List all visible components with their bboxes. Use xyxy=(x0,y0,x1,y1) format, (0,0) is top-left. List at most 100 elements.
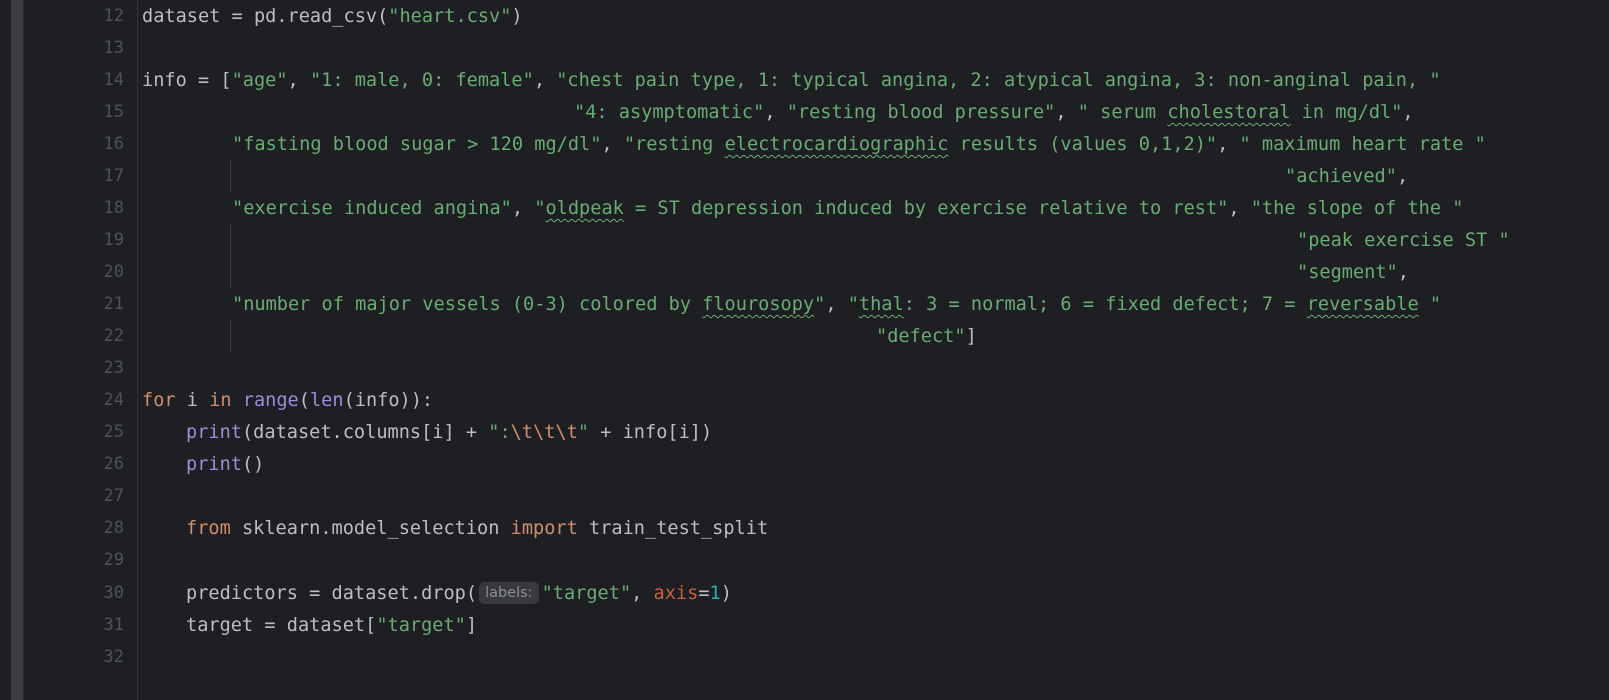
line-number[interactable]: 29 xyxy=(24,544,124,577)
typo-highlight[interactable]: cholestoral xyxy=(1167,102,1290,123)
code-token: i xyxy=(175,390,210,411)
code-token: train_test_split xyxy=(577,518,769,539)
code-token: ] xyxy=(965,326,977,347)
code-line[interactable]: "achieved", xyxy=(1285,160,1408,193)
typo-highlight[interactable]: thal xyxy=(859,294,904,315)
typo-highlight[interactable]: flourosopy xyxy=(702,294,814,315)
code-line[interactable]: "peak exercise ST " xyxy=(1297,224,1510,257)
code-line[interactable]: "exercise induced angina", "oldpeak = ST… xyxy=(232,192,1463,225)
line-number[interactable]: 30 xyxy=(24,577,124,610)
string-literal: "chest pain type, 1: typical angina, 2: … xyxy=(556,70,1441,91)
code-line[interactable]: for i in range(len(info)): xyxy=(142,384,433,417)
string-literal: "heart.csv" xyxy=(388,6,512,27)
line-number[interactable]: 13 xyxy=(24,32,124,65)
code-text-area[interactable]: dataset = pd.read_csv("heart.csv") info … xyxy=(142,0,1609,700)
code-token: , xyxy=(1402,102,1414,123)
string-literal: "target" xyxy=(541,583,632,604)
line-number[interactable]: 32 xyxy=(24,641,124,674)
code-line[interactable]: "number of major vessels (0-3) colored b… xyxy=(232,288,1441,321)
code-token: , xyxy=(631,583,654,604)
line-number[interactable]: 22 xyxy=(24,320,124,353)
line-number[interactable]: 14 xyxy=(24,64,124,97)
line-number[interactable]: 23 xyxy=(24,352,124,385)
parameter-hint[interactable]: labels: xyxy=(479,582,539,604)
code-line[interactable]: info = ["age", "1: male, 0: female", "ch… xyxy=(142,64,1441,97)
line-number[interactable]: 26 xyxy=(24,448,124,481)
string-literal: in mg/dl" xyxy=(1290,102,1403,123)
string-literal: " serum xyxy=(1077,102,1168,123)
string-literal: ": xyxy=(488,422,511,443)
code-editor[interactable]: 12 13 14 15 16 17 18 19 20 21 22 23 24 2… xyxy=(0,0,1609,700)
line-number[interactable]: 15 xyxy=(24,96,124,129)
number-literal: 1 xyxy=(709,583,721,604)
code-token: , xyxy=(1228,198,1251,219)
line-number-gutter[interactable]: 12 13 14 15 16 17 18 19 20 21 22 23 24 2… xyxy=(24,0,124,700)
code-token: ( xyxy=(298,390,310,411)
code-token: , xyxy=(511,198,535,219)
escape-sequence: \t\t\t xyxy=(510,422,578,443)
line-number[interactable]: 25 xyxy=(24,416,124,449)
code-token: (info)): xyxy=(343,390,434,411)
string-literal: : 3 = normal; 6 = fixed defect; 7 = xyxy=(903,294,1307,315)
code-token: , xyxy=(1397,262,1409,283)
line-number[interactable]: 21 xyxy=(24,288,124,321)
keyword: from xyxy=(186,518,231,539)
keyword-argument: axis xyxy=(653,583,699,604)
builtin-function: range xyxy=(242,390,299,411)
code-token: = xyxy=(698,583,710,604)
string-literal: results (values 0,1,2)" xyxy=(948,134,1218,155)
string-literal: " xyxy=(534,198,546,219)
string-literal: "fasting blood sugar > 120 mg/dl" xyxy=(232,134,602,155)
typo-highlight[interactable]: reversable xyxy=(1307,294,1419,315)
line-number[interactable]: 12 xyxy=(24,0,124,33)
code-line[interactable]: "4: asymptomatic", "resting blood pressu… xyxy=(574,96,1414,129)
string-literal: "number of major vessels (0-3) colored b… xyxy=(232,294,703,315)
line-number[interactable]: 27 xyxy=(24,480,124,513)
string-literal: "achieved" xyxy=(1285,166,1397,187)
typo-highlight[interactable]: electrocardiographic xyxy=(725,134,949,155)
indent-guide xyxy=(230,224,231,288)
keyword: for xyxy=(142,390,176,411)
line-number[interactable]: 17 xyxy=(24,160,124,193)
code-line[interactable]: target = dataset["target"] xyxy=(186,609,477,642)
typo-highlight[interactable]: oldpeak xyxy=(545,198,623,219)
line-number[interactable]: 31 xyxy=(24,609,124,642)
keyword: import xyxy=(510,518,578,539)
line-number[interactable]: 19 xyxy=(24,224,124,257)
builtin-function: print xyxy=(186,422,242,443)
code-line[interactable]: "segment", xyxy=(1297,256,1409,289)
indent-guide xyxy=(230,160,231,192)
string-literal: " xyxy=(814,294,826,315)
code-token: ) xyxy=(511,6,523,27)
code-line[interactable]: from sklearn.model_selection import trai… xyxy=(186,512,768,545)
string-literal: "exercise induced angina" xyxy=(232,198,512,219)
line-number[interactable]: 16 xyxy=(24,128,124,161)
code-line[interactable]: dataset = pd.read_csv("heart.csv") xyxy=(142,0,523,33)
code-token: , xyxy=(764,102,787,123)
string-literal: "1: male, 0: female" xyxy=(309,70,534,91)
string-literal: = ST depression induced by exercise rela… xyxy=(623,198,1229,219)
code-token: predictors = dataset.drop( xyxy=(186,583,478,604)
editor-left-rail xyxy=(11,0,23,700)
code-line[interactable]: predictors = dataset.drop(labels: "target… xyxy=(186,577,732,610)
code-token: + info[i]) xyxy=(589,422,713,443)
code-line[interactable]: "fasting blood sugar > 120 mg/dl", "rest… xyxy=(232,128,1486,161)
builtin-function: print xyxy=(186,454,242,475)
code-token: ] xyxy=(465,615,478,636)
line-number[interactable]: 24 xyxy=(24,384,124,417)
code-line[interactable]: print(dataset.columns[i] + ":\t\t\t" + i… xyxy=(186,416,712,449)
string-literal: " xyxy=(847,294,859,315)
line-number[interactable]: 20 xyxy=(24,256,124,289)
string-literal: "resting xyxy=(623,134,725,155)
line-number[interactable]: 18 xyxy=(24,192,124,225)
string-literal: "the slope of the " xyxy=(1250,198,1464,219)
code-token: , xyxy=(825,294,848,315)
code-line[interactable]: "defect"] xyxy=(876,320,977,353)
line-number[interactable]: 28 xyxy=(24,512,124,545)
code-token: dataset = pd.read_csv( xyxy=(142,6,389,27)
code-token: ) xyxy=(720,583,732,604)
string-literal: "defect" xyxy=(876,326,966,347)
code-token: , xyxy=(1217,134,1240,155)
code-line[interactable]: print() xyxy=(186,448,264,481)
